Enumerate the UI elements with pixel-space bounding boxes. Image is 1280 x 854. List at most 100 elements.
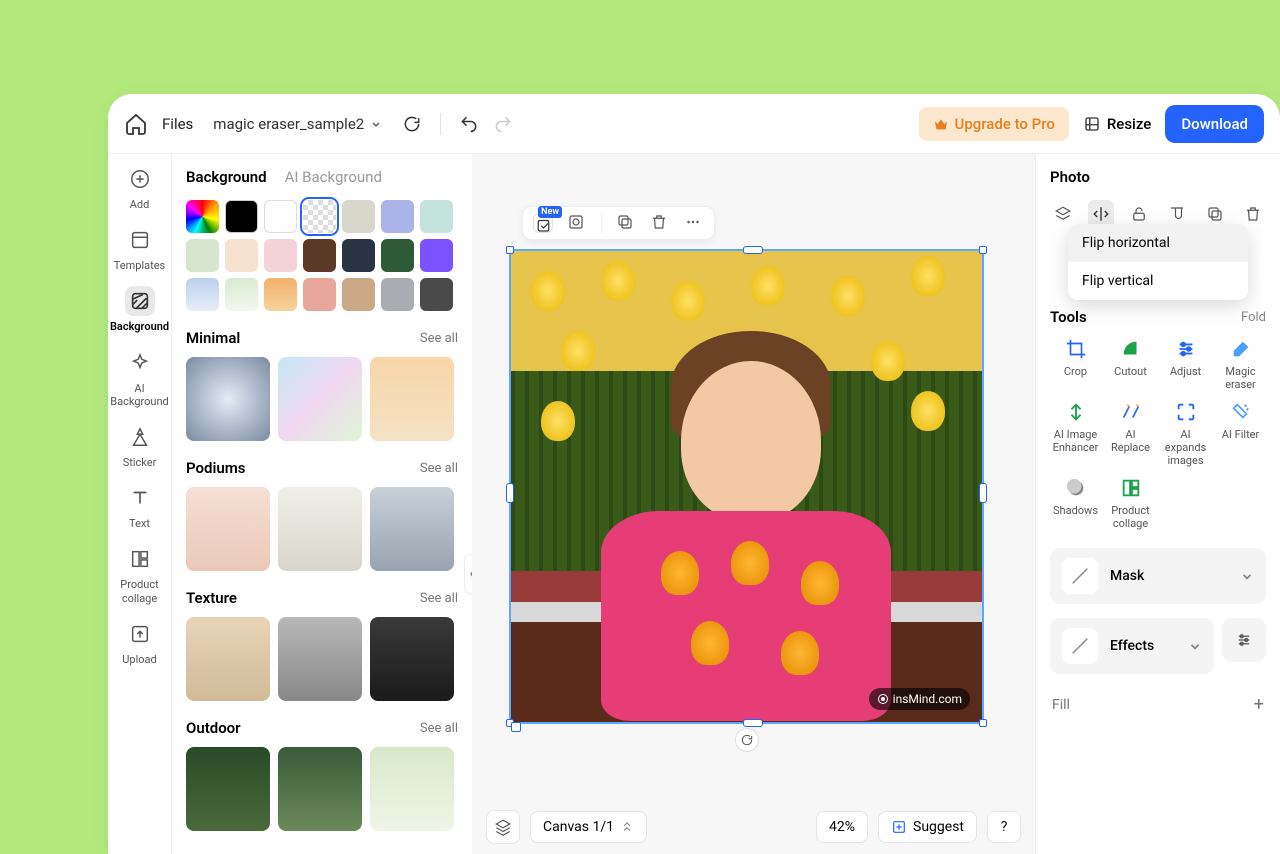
tool-product-collage[interactable]: Product collage [1105,475,1156,530]
swatch-color[interactable] [225,278,258,311]
help-button[interactable]: ? [987,811,1021,843]
swatch-white[interactable] [264,200,297,233]
more-icon[interactable] [684,213,704,233]
swatch-color[interactable] [420,278,453,311]
add-fill-button[interactable]: + [1254,694,1264,715]
bg-thumb[interactable] [278,357,362,441]
undo-icon[interactable] [459,114,479,134]
swatch-color[interactable] [303,239,336,272]
effects-settings-button[interactable] [1222,618,1266,662]
rail-background[interactable]: Background [112,286,168,333]
file-selector[interactable]: magic eraser_sample2 [207,111,388,137]
swatch-color[interactable] [381,278,414,311]
rail-product-collage[interactable]: Product collage [112,544,168,604]
swatch-color[interactable] [381,239,414,272]
copy-icon[interactable] [616,213,636,233]
see-all-outdoor[interactable]: See all [420,721,458,736]
sync-icon[interactable] [402,114,422,134]
bg-thumb[interactable] [186,617,270,701]
rail-templates[interactable]: Templates [112,225,168,272]
resize-handle[interactable] [743,719,763,727]
fold-link[interactable]: Fold [1241,310,1266,325]
tool-ai-enhancer[interactable]: AI Image Enhancer [1050,399,1101,467]
ai-tool-icon[interactable]: New [533,213,553,233]
swatch-color[interactable] [342,239,375,272]
files-link[interactable]: Files [162,115,193,133]
bg-thumb[interactable] [186,357,270,441]
bg-thumb[interactable] [186,747,270,831]
rail-sticker[interactable]: Sticker [112,422,168,469]
see-all-minimal[interactable]: See all [420,331,458,346]
tool-ai-filter[interactable]: AI Filter [1215,399,1266,467]
resize-handle[interactable] [506,719,514,727]
resize-handle[interactable] [506,483,514,503]
resize-handle[interactable] [979,719,987,727]
bg-thumb[interactable] [370,487,454,571]
frame-icon[interactable] [567,213,587,233]
swatch-color[interactable] [420,200,453,233]
tool-ai-replace[interactable]: AI Replace [1105,399,1156,467]
swatch-color[interactable] [186,278,219,311]
trash-icon[interactable] [1240,200,1266,228]
rail-ai-background[interactable]: AI Background [112,348,168,408]
bg-thumb[interactable] [186,487,270,571]
rail-add[interactable]: Add [112,164,168,211]
swatch-color[interactable] [186,239,219,272]
selected-image[interactable]: insMind.com [509,249,984,724]
swatch-color[interactable] [342,278,375,311]
swatch-color[interactable] [420,239,453,272]
zoom-level[interactable]: 42% [816,811,868,843]
suggest-button[interactable]: Suggest [878,811,977,843]
tool-shadows[interactable]: Shadows [1050,475,1101,530]
swatch-color[interactable] [264,239,297,272]
flip-horizontal-item[interactable]: Flip horizontal [1068,224,1248,262]
bg-thumb[interactable] [278,487,362,571]
layers-icon[interactable] [1050,200,1076,228]
tool-ai-expand[interactable]: AI expands images [1160,399,1211,467]
rail-upload[interactable]: Upload [112,619,168,666]
divider [440,113,441,135]
download-button[interactable]: Download [1165,105,1264,143]
canvas-area[interactable]: New [472,154,1036,854]
tool-cutout[interactable]: Cutout [1105,336,1156,391]
swatch-color[interactable] [264,278,297,311]
rotate-handle[interactable] [735,728,759,752]
bg-thumb[interactable] [370,617,454,701]
mask-accordion[interactable]: Mask [1050,548,1266,604]
bg-thumb[interactable] [278,747,362,831]
see-all-podiums[interactable]: See all [420,461,458,476]
resize-handle[interactable] [743,246,763,254]
bg-thumb[interactable] [278,617,362,701]
collapse-panel-handle[interactable] [464,554,472,594]
chevron-up-icon [620,820,634,834]
swatch-color[interactable] [303,278,336,311]
trash-icon[interactable] [650,213,670,233]
swatch-color[interactable] [225,239,258,272]
redo-icon[interactable] [493,114,513,134]
bg-thumb[interactable] [370,357,454,441]
bg-thumb[interactable] [370,747,454,831]
upgrade-button[interactable]: Upgrade to Pro [919,107,1069,141]
swatch-color[interactable] [381,200,414,233]
layers-button[interactable] [486,810,520,844]
resize-handle[interactable] [979,246,987,254]
canvas-selector[interactable]: Canvas 1/1 [530,811,647,843]
effects-accordion[interactable]: Effects [1050,618,1214,674]
see-all-texture[interactable]: See all [420,591,458,606]
swatch-black[interactable] [225,200,258,233]
tab-ai-background[interactable]: AI Background [285,168,382,186]
swatch-transparent[interactable] [303,200,336,233]
resize-button[interactable]: Resize [1083,115,1151,133]
resize-handle[interactable] [979,483,987,503]
tool-magic-eraser[interactable]: Magic eraser [1215,336,1266,391]
swatch-color[interactable] [342,200,375,233]
home-icon[interactable] [124,112,148,136]
chevron-down-icon [370,118,382,130]
resize-handle[interactable] [506,246,514,254]
rail-text[interactable]: Text [112,483,168,530]
tool-crop[interactable]: Crop [1050,336,1101,391]
tab-background[interactable]: Background [186,168,267,186]
flip-vertical-item[interactable]: Flip vertical [1068,262,1248,300]
swatch-rainbow[interactable] [186,200,219,233]
tool-adjust[interactable]: Adjust [1160,336,1211,391]
